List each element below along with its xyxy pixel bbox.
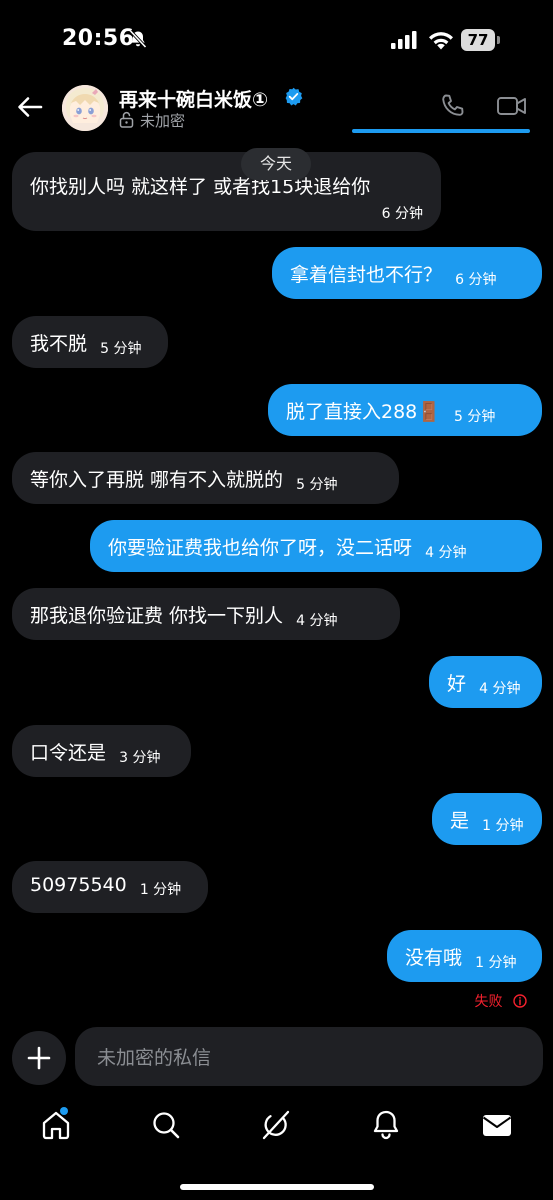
message-bubble[interactable]: 脱了直接入288🚪 5 分钟 <box>268 384 542 436</box>
message-text: 你找别人吗 就这样了 或者找15块退给你 <box>30 176 371 198</box>
avatar-image <box>62 85 108 131</box>
message-text: 是 <box>450 810 470 832</box>
message-time: 5 分钟 <box>296 477 338 493</box>
battery-tip <box>497 36 500 44</box>
message-time: 4 分钟 <box>425 545 467 561</box>
status-bar: 20:56 77 <box>0 0 553 80</box>
wifi-icon <box>429 32 453 50</box>
message-time: 1 分钟 <box>482 818 524 834</box>
message-bubble[interactable]: 你找别人吗 就这样了 或者找15块退给你 6 分钟 <box>12 152 441 231</box>
message-text: 拿着信封也不行？ <box>290 264 443 286</box>
message-bubble[interactable]: 你要验证费我也给你了呀，没二话呀 4 分钟 <box>90 520 542 572</box>
plus-icon <box>27 1046 51 1070</box>
home-icon[interactable] <box>39 1108 73 1142</box>
bell-icon[interactable] <box>369 1108 403 1142</box>
message-bubble[interactable]: 50975540 1 分钟 <box>12 861 208 913</box>
message-time: 1 分钟 <box>475 955 517 971</box>
avatar[interactable] <box>62 85 108 131</box>
back-arrow-icon[interactable] <box>16 93 44 121</box>
message-time: 4 分钟 <box>479 681 521 697</box>
message-text: 好 <box>447 673 467 695</box>
search-icon[interactable] <box>149 1108 183 1142</box>
mail-icon[interactable] <box>480 1108 514 1142</box>
message-bubble[interactable]: 口令还是 3 分钟 <box>12 725 191 777</box>
message-composer <box>75 1027 543 1088</box>
phone-icon[interactable] <box>439 92 467 120</box>
contact-name[interactable]: 再来十碗白米饭① <box>119 85 268 112</box>
message-bubble[interactable]: 我不脱 5 分钟 <box>12 316 168 368</box>
bell-off-icon <box>129 29 147 49</box>
encryption-label: 未加密 <box>140 112 186 130</box>
message-time: 5 分钟 <box>100 341 142 357</box>
message-text: 我不脱 <box>30 333 88 355</box>
battery-icon: 77 <box>461 29 500 51</box>
message-bubble[interactable]: 那我退你验证费 你找一下别人 4 分钟 <box>12 588 400 640</box>
message-time: 4 分钟 <box>296 613 338 629</box>
signal-icon <box>391 31 417 49</box>
battery-level: 77 <box>461 29 495 51</box>
message-text: 脱了直接入288🚪 <box>286 401 441 423</box>
conversation-header: 再来十碗白米饭① 未加密 <box>0 80 553 140</box>
message-text: 50975540 <box>30 874 127 896</box>
send-failed-status[interactable]: 失败 <box>475 991 527 1011</box>
message-bubble[interactable]: 拿着信封也不行？ 6 分钟 <box>272 247 542 299</box>
message-bubble[interactable]: 没有哦 1 分钟 <box>387 930 542 982</box>
message-bubble[interactable]: 是 1 分钟 <box>432 793 542 845</box>
message-time: 5 分钟 <box>454 409 496 425</box>
grok-icon[interactable] <box>259 1108 293 1142</box>
message-bubble[interactable]: 好 4 分钟 <box>429 656 542 708</box>
message-text: 等你入了再脱 哪有不入就脱的 <box>30 469 284 491</box>
header-highlight-bar <box>352 129 530 133</box>
video-icon[interactable] <box>496 92 528 120</box>
date-separator: 今天 <box>241 148 311 180</box>
status-time: 20:56 <box>62 26 135 51</box>
message-list[interactable]: 今天 你找别人吗 就这样了 或者找15块退给你 6 分钟 拿着信封也不行？ 6 … <box>0 140 553 1020</box>
message-time: 6 分钟 <box>381 206 423 222</box>
message-time: 3 分钟 <box>119 750 161 766</box>
verified-badge-icon <box>285 87 303 106</box>
notification-dot <box>60 1107 68 1115</box>
lock-open-icon <box>119 111 134 128</box>
message-text: 口令还是 <box>30 742 107 764</box>
message-bubble[interactable]: 等你入了再脱 哪有不入就脱的 5 分钟 <box>12 452 399 504</box>
bottom-nav <box>0 1100 553 1200</box>
message-time: 6 分钟 <box>455 272 497 288</box>
add-media-button[interactable] <box>12 1031 66 1085</box>
message-text: 没有哦 <box>405 947 463 969</box>
message-time: 1 分钟 <box>139 882 182 898</box>
home-indicator <box>180 1184 374 1190</box>
message-text: 你要验证费我也给你了呀，没二话呀 <box>108 537 413 559</box>
info-icon <box>513 994 527 1008</box>
message-text: 那我退你验证费 你找一下别人 <box>30 605 284 627</box>
message-input[interactable] <box>95 1027 529 1088</box>
failed-label: 失败 <box>474 994 503 1010</box>
